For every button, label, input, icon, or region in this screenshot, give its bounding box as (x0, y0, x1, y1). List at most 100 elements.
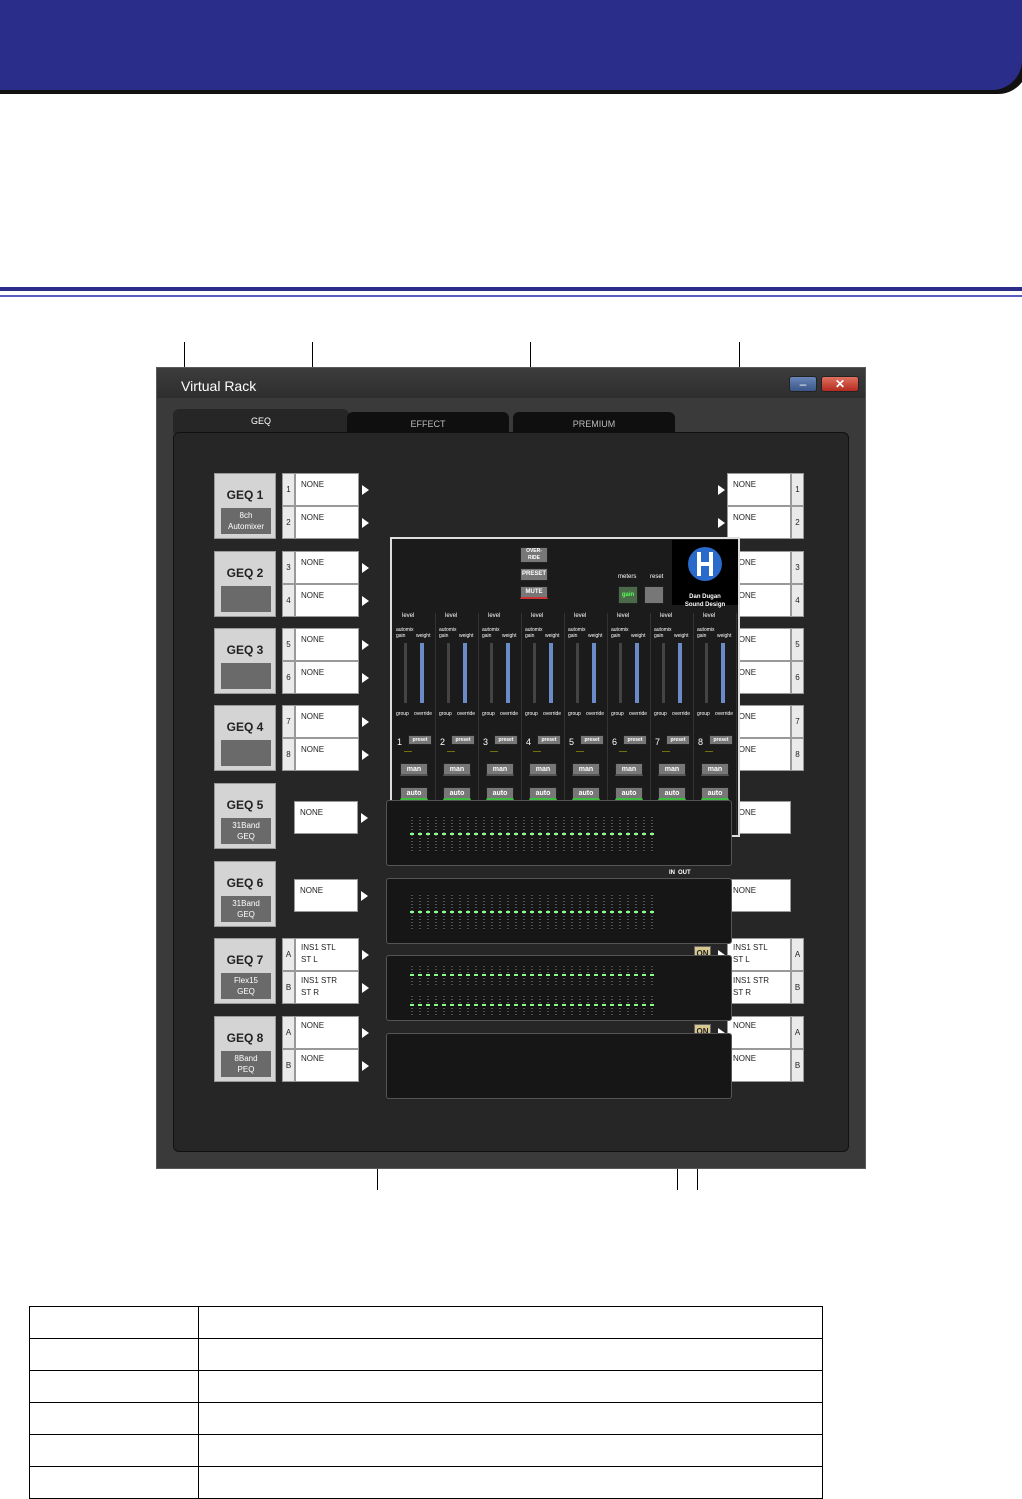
input-patch-2[interactable]: NONE (295, 506, 359, 539)
auto-button[interactable]: auto (572, 787, 600, 800)
weight-fader[interactable] (549, 643, 553, 703)
rack-type-button[interactable]: 8ch Automixer (221, 508, 271, 534)
man-button[interactable]: man (615, 763, 643, 776)
input-patch-1[interactable]: NONE (295, 473, 359, 506)
output-patch-2[interactable]: NONE (727, 506, 791, 539)
geq8-input-patch-b[interactable]: NONE (295, 1049, 359, 1082)
level-label: level (488, 613, 501, 619)
preset-button[interactable]: preset (494, 735, 518, 745)
auto-button[interactable]: auto (529, 787, 557, 800)
rack-type-button[interactable] (221, 740, 271, 766)
rack-type-button[interactable]: 8Band PEQ (221, 1051, 271, 1077)
rack-tile-6[interactable]: GEQ 6 31Band GEQ (214, 861, 276, 927)
input-patch-4[interactable]: NONE (295, 584, 359, 617)
rack-tile-5[interactable]: GEQ 5 31Band GEQ (214, 783, 276, 849)
geq7-input-patch-b[interactable]: INS1 STR ST R (295, 971, 359, 1004)
minimize-button[interactable]: – (789, 376, 817, 392)
auto-button[interactable]: auto (701, 787, 729, 800)
input-arrow-icon (362, 1028, 369, 1038)
geq-band-knob (522, 833, 526, 835)
preset-button[interactable]: preset (666, 735, 690, 745)
preset-button[interactable]: preset (623, 735, 647, 745)
auto-button[interactable]: auto (400, 787, 428, 800)
preset-button[interactable]: preset (408, 735, 432, 745)
channel-number: 6 (612, 737, 618, 747)
geq7-output-patch-b[interactable]: INS1 STR ST R (727, 971, 791, 1004)
auto-button[interactable]: auto (486, 787, 514, 800)
weight-fader[interactable] (678, 643, 682, 703)
geq5-graphic[interactable] (386, 800, 732, 866)
geq6-input-patch[interactable]: NONE (294, 879, 358, 912)
auto-button[interactable]: auto (658, 787, 686, 800)
geq7-output-patch-a[interactable]: INS1 STL ST L (727, 938, 791, 971)
rack-type-button[interactable]: 31Band GEQ (221, 818, 271, 844)
man-button[interactable]: man (701, 763, 729, 776)
geq6-in-label: IN (669, 870, 675, 876)
mute-button[interactable]: MUTE (520, 586, 548, 599)
man-button[interactable]: man (443, 763, 471, 776)
rack-tile-4[interactable]: GEQ 4 (214, 705, 276, 771)
geq6-output-patch[interactable]: NONE (727, 879, 791, 912)
preset-button[interactable]: preset (451, 735, 475, 745)
man-button[interactable]: man (486, 763, 514, 776)
weight-fader[interactable] (506, 643, 510, 703)
tab-geq[interactable]: GEQ (173, 409, 349, 433)
rack-tile-1[interactable]: GEQ 1 8ch Automixer (214, 473, 276, 539)
weight-fader[interactable] (635, 643, 639, 703)
input-patch-6[interactable]: NONE (295, 661, 359, 694)
geq8-graphic[interactable] (386, 1033, 732, 1099)
tab-effect[interactable]: EFFECT (347, 412, 509, 433)
tab-premium[interactable]: PREMIUM (513, 412, 675, 433)
geq8-output-patch-a[interactable]: NONE (727, 1016, 791, 1049)
weight-fader[interactable] (721, 643, 725, 703)
man-button[interactable]: man (400, 763, 428, 776)
window-titlebar[interactable]: Virtual Rack – ✕ (157, 368, 865, 398)
close-button[interactable]: ✕ (821, 376, 859, 392)
weight-label: weight (459, 633, 474, 639)
rack-type-button[interactable]: Flex15 GEQ (221, 973, 271, 999)
rack-tile-3[interactable]: GEQ 3 (214, 628, 276, 694)
rack-tile-8[interactable]: GEQ 8 8Band PEQ (214, 1016, 276, 1082)
preset-button[interactable]: PRESET (520, 568, 548, 581)
geq7-input-patch-a[interactable]: INS1 STL ST L (295, 938, 359, 971)
man-button[interactable]: man (572, 763, 600, 776)
group-label: group (697, 711, 710, 717)
man-button[interactable]: man (529, 763, 557, 776)
reset-button[interactable] (644, 586, 664, 604)
rack-type-button[interactable] (221, 586, 271, 612)
auto-button[interactable]: auto (615, 787, 643, 800)
weight-label: weight (545, 633, 560, 639)
input-patch-3[interactable]: NONE (295, 551, 359, 584)
preset-button[interactable]: preset (537, 735, 561, 745)
rack-tile-7[interactable]: GEQ 7 Flex15 GEQ (214, 938, 276, 1004)
weight-fader[interactable] (463, 643, 467, 703)
geq-band-knob (610, 1004, 614, 1006)
weight-fader[interactable] (420, 643, 424, 703)
input-patch-7[interactable]: NONE (295, 705, 359, 738)
geq7-graphic[interactable] (386, 955, 732, 1021)
output-patch-1[interactable]: NONE (727, 473, 791, 506)
input-patch-8[interactable]: NONE (295, 738, 359, 771)
geq-band-knob (626, 1004, 630, 1006)
rack-tile-2[interactable]: GEQ 2 (214, 551, 276, 617)
rack-type-button[interactable]: 31Band GEQ (221, 896, 271, 922)
auto-button[interactable]: auto (443, 787, 471, 800)
geq6-graphic[interactable] (386, 878, 732, 944)
rack-type-button[interactable] (221, 663, 271, 689)
geq5-input-patch[interactable]: NONE (294, 801, 358, 834)
gain-meter-button[interactable]: gain (618, 586, 638, 604)
preset-button[interactable]: preset (580, 735, 604, 745)
override-label: override (672, 711, 691, 717)
geq-band-knob (530, 1004, 534, 1006)
geq-band-knob (578, 833, 582, 835)
table-row (29, 1338, 823, 1371)
geq8-output-patch-b[interactable]: NONE (727, 1049, 791, 1082)
input-patch-5[interactable]: NONE (295, 628, 359, 661)
man-button[interactable]: man (658, 763, 686, 776)
preset-button[interactable]: preset (709, 735, 733, 745)
geq-band-knob (442, 833, 446, 835)
geq-band-knob (554, 833, 558, 835)
geq8-input-patch-a[interactable]: NONE (295, 1016, 359, 1049)
weight-fader[interactable] (592, 643, 596, 703)
override-button[interactable]: OVER- RIDE (520, 547, 548, 563)
